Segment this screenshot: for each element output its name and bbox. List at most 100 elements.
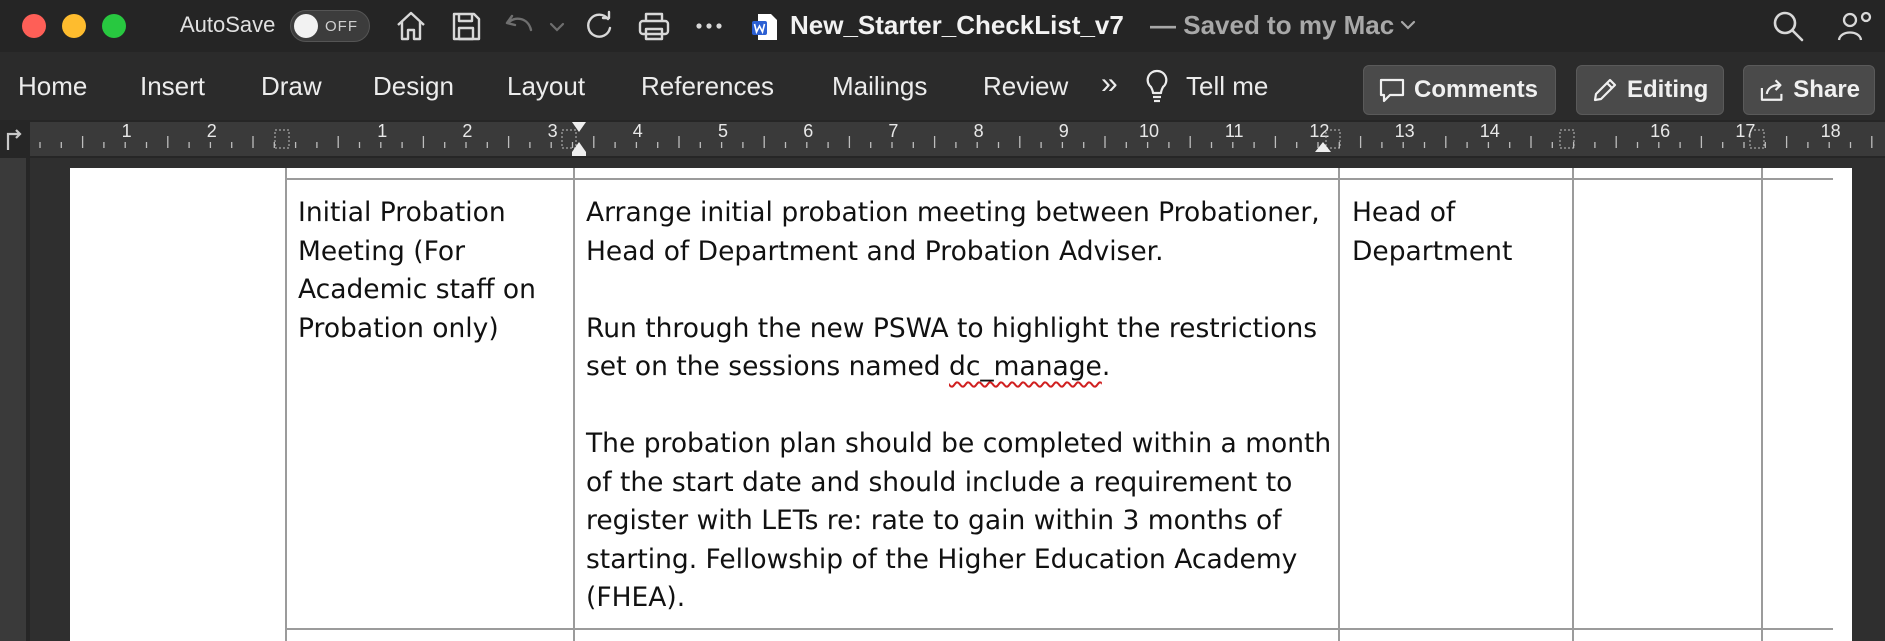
horizontal-ruler-bar: 2 1 1 2 3 4 5 6 7 8 9 10 11 12 13 14 16 17 18	[0, 120, 1885, 158]
word-doc-icon	[752, 13, 778, 41]
text-segment: .	[1101, 351, 1111, 382]
tab-stop-selector-icon[interactable]	[4, 128, 24, 150]
ruler-label: 3	[548, 122, 558, 141]
ruler-label: 13	[1395, 122, 1415, 141]
tab-design[interactable]: Design	[373, 71, 454, 102]
table-top-border	[285, 178, 1833, 180]
activity-line: Academic staff on	[298, 274, 536, 305]
ruler-label: 9	[1059, 122, 1069, 141]
paragraph-3: The probation plan should be completed w…	[586, 425, 1331, 618]
text-line: Run through the new PSWA to highlight th…	[586, 312, 1318, 344]
paragraph-1: Arrange initial probation meeting betwee…	[586, 194, 1331, 271]
tab-review[interactable]: Review	[983, 71, 1068, 102]
autosave-toggle[interactable]: OFF	[290, 10, 370, 42]
redo-icon[interactable]	[581, 8, 617, 44]
ruler-label: 2	[207, 122, 217, 141]
ruler-label: 7	[888, 122, 898, 141]
ribbon-overflow-button[interactable]: »	[1101, 67, 1118, 101]
text-line: starting. Fellowship of the Higher Educa…	[586, 543, 1298, 575]
title-bar: AutoSave OFF New_Starter_CheckList_v7 — …	[0, 0, 1885, 52]
table-row-border	[285, 628, 1833, 630]
responsible-line: Department	[1352, 235, 1513, 267]
comments-label: Comments	[1414, 76, 1539, 103]
text-segment: set on the sessions named	[586, 351, 949, 382]
tab-insert[interactable]: Insert	[140, 71, 205, 102]
search-icon[interactable]	[1770, 8, 1806, 44]
undo-icon[interactable]	[502, 8, 538, 44]
ruler-label: 1	[122, 122, 132, 141]
share-button[interactable]: Share	[1743, 65, 1875, 115]
table-column-border	[285, 168, 287, 641]
close-window-button[interactable]	[22, 14, 46, 38]
ruler-label: 18	[1821, 122, 1841, 141]
ruler-label: 17	[1735, 122, 1755, 141]
text-line: Arrange initial probation meeting betwee…	[586, 197, 1320, 228]
save-icon[interactable]	[448, 8, 484, 44]
chevron-down-icon[interactable]	[1398, 14, 1418, 36]
activity-cell[interactable]: Initial Probation Meeting (For Academic …	[298, 194, 536, 348]
paragraph-2: Run through the new PSWA to highlight th…	[586, 310, 1331, 387]
tab-layout[interactable]: Layout	[507, 71, 585, 102]
minimize-window-button[interactable]	[62, 14, 86, 38]
tab-draw[interactable]: Draw	[261, 71, 322, 102]
ruler-label: 11	[1225, 122, 1244, 141]
ruler-label: 16	[1650, 122, 1670, 141]
completed-cell[interactable]	[1585, 194, 1755, 614]
ruler-label: 14	[1480, 122, 1500, 141]
toggle-knob	[294, 14, 318, 38]
responsible-cell[interactable]: Head of Department	[1352, 194, 1512, 271]
vertical-ruler-track	[0, 158, 26, 641]
activity-line: Initial Probation	[298, 197, 506, 228]
text-line: set on the sessions named dc_manage.	[586, 348, 1331, 387]
table-column-border	[1572, 168, 1574, 641]
text-line: Head of Department and Probation Adviser…	[586, 235, 1164, 267]
text-line: The probation plan should be completed w…	[586, 428, 1332, 459]
ruler-label: 4	[633, 122, 643, 141]
misspelled-word[interactable]: dc_manage	[949, 351, 1102, 382]
ruler-label: 10	[1139, 122, 1159, 141]
table-column-border	[573, 168, 575, 641]
document-page[interactable]: Initial Probation Meeting (For Academic …	[70, 168, 1852, 641]
account-icon[interactable]	[1836, 8, 1872, 44]
tab-home[interactable]: Home	[18, 71, 87, 102]
comments-button[interactable]: Comments	[1363, 65, 1556, 115]
horizontal-ruler[interactable]: 21 1 2 3 4 5 6 7 8 9 10 11 12 13 14 16 17 18	[30, 122, 1885, 156]
text-line: of the start date and should include a r…	[586, 466, 1293, 498]
home-icon[interactable]	[393, 8, 429, 44]
tab-mailings[interactable]: Mailings	[832, 71, 927, 102]
responsible-line: Head of	[1352, 197, 1456, 228]
ruler-label: 5	[718, 122, 728, 141]
share-icon	[1760, 79, 1783, 101]
editing-label: Editing	[1627, 76, 1709, 103]
activity-line: Probation only)	[298, 312, 499, 344]
lightbulb-icon	[1145, 69, 1169, 103]
ruler-label: 6	[803, 122, 813, 141]
save-status: — Saved to my Mac	[1150, 10, 1395, 40]
chevron-down-icon[interactable]	[548, 8, 566, 44]
autosave-state: OFF	[325, 18, 358, 35]
more-icon[interactable]	[691, 8, 727, 44]
print-icon[interactable]	[636, 8, 672, 44]
document-title: New_Starter_CheckList_v7	[790, 10, 1124, 40]
table-column-border	[1338, 168, 1340, 641]
vertical-ruler[interactable]	[0, 158, 30, 641]
ruler-label: 12	[1309, 122, 1329, 141]
pencil-icon	[1593, 78, 1617, 102]
ruler-label: 8	[974, 122, 984, 141]
autosave-label: AutoSave	[180, 12, 276, 37]
share-label: Share	[1793, 76, 1860, 103]
ribbon: Home Insert Draw Design Layout Reference…	[0, 52, 1885, 120]
ruler-label: 1	[377, 122, 387, 141]
tab-references[interactable]: References	[641, 71, 774, 102]
zoom-window-button[interactable]	[102, 14, 126, 38]
tell-me-search[interactable]: Tell me	[1186, 71, 1268, 102]
table-column-border	[1761, 168, 1763, 641]
comment-icon	[1379, 78, 1405, 103]
text-line: register with LETs re: rate to gain with…	[586, 505, 1282, 536]
activity-line: Meeting (For	[298, 235, 466, 267]
editing-mode-button[interactable]: Editing	[1576, 65, 1724, 115]
text-line: (FHEA).	[586, 582, 686, 613]
description-cell[interactable]: Arrange initial probation meeting betwee…	[586, 194, 1331, 618]
